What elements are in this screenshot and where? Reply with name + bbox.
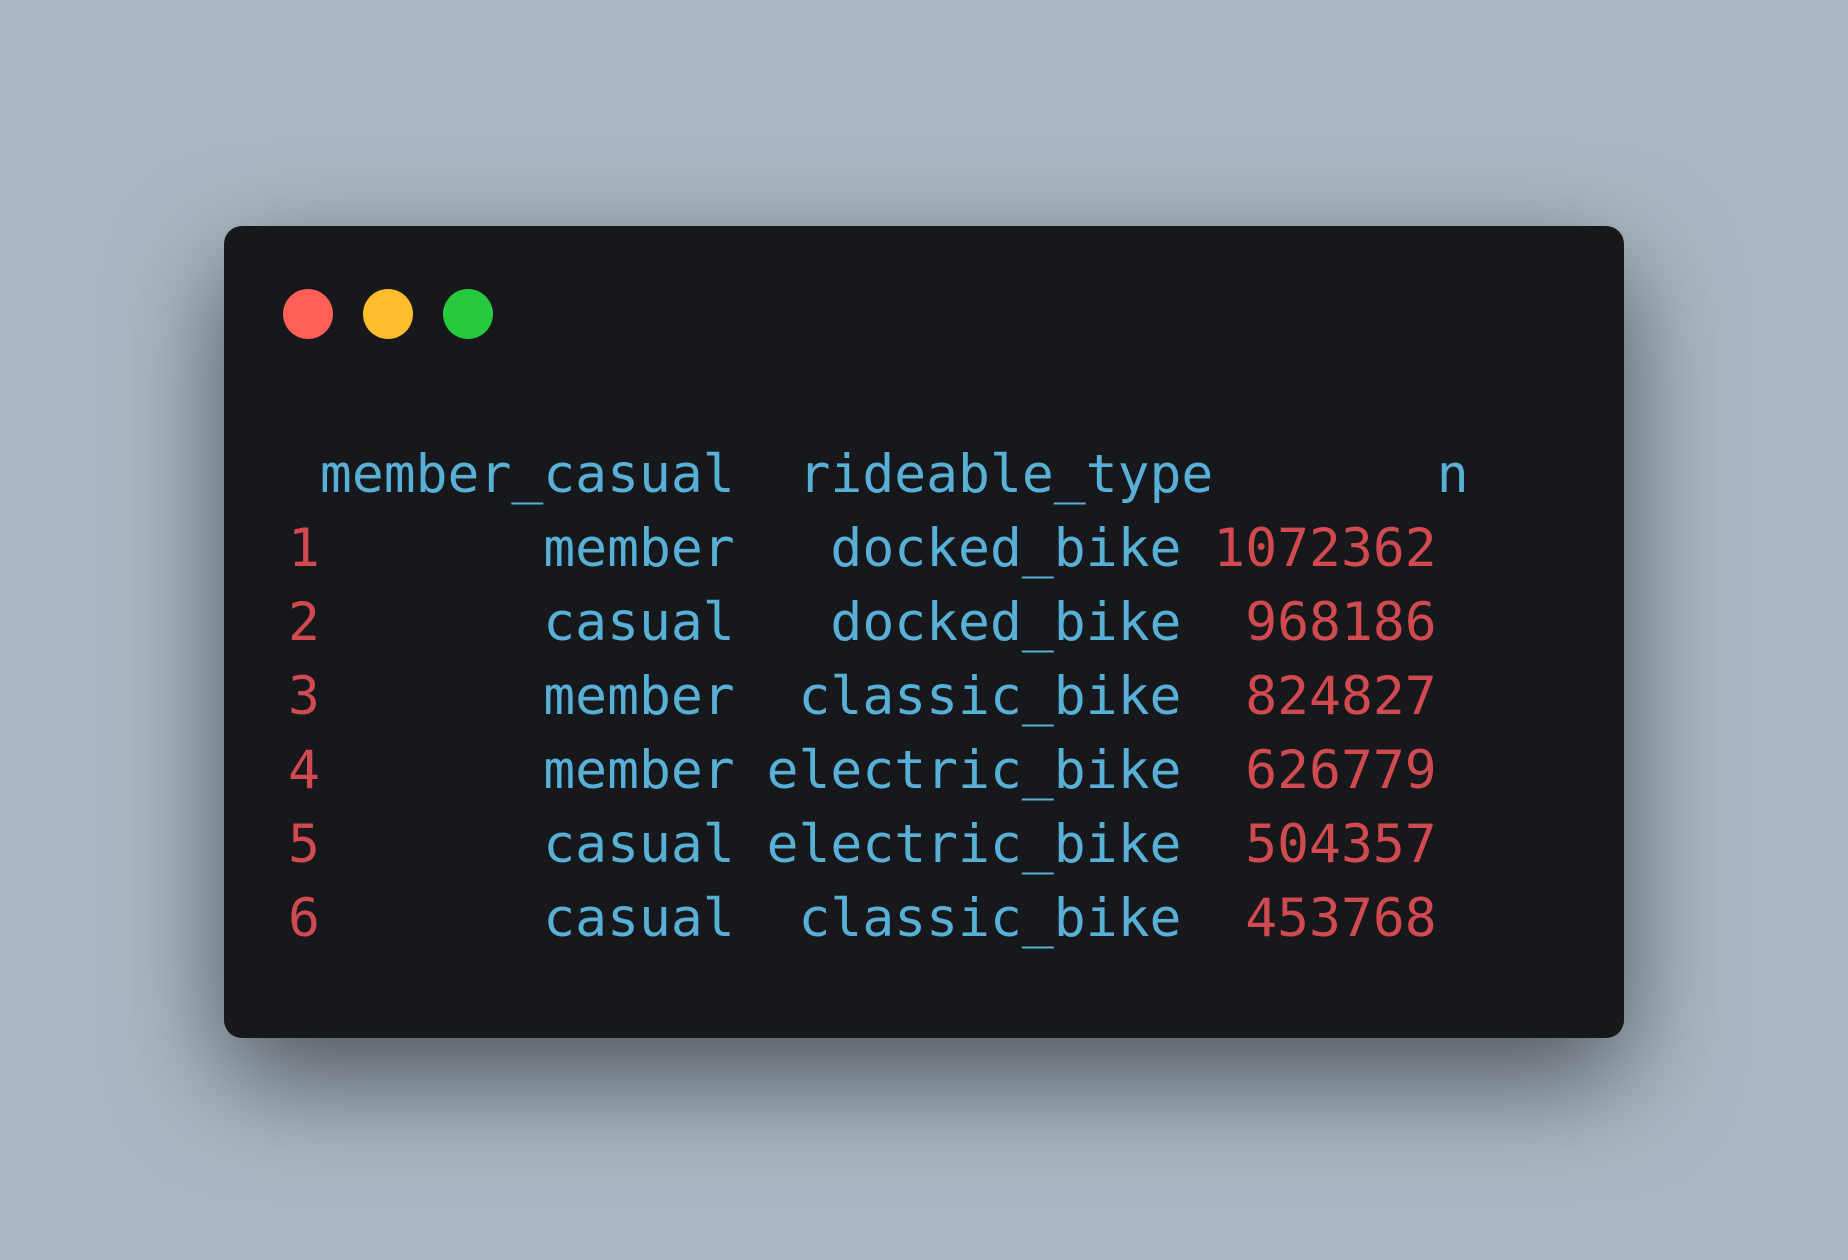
row-index: 1 [288, 518, 320, 579]
header-n: n [1436, 444, 1469, 505]
row-index: 4 [288, 740, 320, 801]
console-output: member_casual rideable_type n 1 member docked… [288, 438, 1469, 956]
rideable-type-cell: docked_bike [830, 518, 1182, 579]
table-row: 5 casual electric_bike 504357 [288, 808, 1469, 882]
table-row: 3 member classic_bike 824827 [288, 660, 1469, 734]
rideable-type-cell: docked_bike [830, 592, 1182, 653]
rideable-type-cell: classic_bike [798, 666, 1182, 727]
count-cell: 453768 [1245, 888, 1437, 949]
code-window: member_casual rideable_type n 1 member docked… [224, 226, 1624, 1038]
zoom-dot[interactable] [443, 289, 493, 339]
rideable-type-cell: electric_bike [766, 740, 1182, 801]
member-casual-cell: member [543, 666, 735, 727]
header-rideable-type: rideable_type [798, 444, 1214, 505]
rideable-type-cell: electric_bike [766, 814, 1182, 875]
header-member-casual: member_casual [319, 444, 735, 505]
count-cell: 504357 [1245, 814, 1437, 875]
row-index: 5 [288, 814, 320, 875]
header-row: member_casual rideable_type n [288, 438, 1469, 512]
count-cell: 1072362 [1213, 518, 1437, 579]
count-cell: 968186 [1245, 592, 1437, 653]
table-row: 2 casual docked_bike 968186 [288, 586, 1469, 660]
member-casual-cell: member [543, 740, 735, 801]
row-index: 6 [288, 888, 320, 949]
member-casual-cell: casual [543, 592, 735, 653]
member-casual-cell: member [543, 518, 735, 579]
row-index: 2 [288, 592, 320, 653]
table-row: 1 member docked_bike 1072362 [288, 512, 1469, 586]
table-row: 4 member electric_bike 626779 [288, 734, 1469, 808]
rideable-type-cell: classic_bike [798, 888, 1182, 949]
minimize-dot[interactable] [363, 289, 413, 339]
member-casual-cell: casual [543, 814, 735, 875]
count-cell: 626779 [1245, 740, 1437, 801]
table-row: 6 casual classic_bike 453768 [288, 882, 1469, 956]
count-cell: 824827 [1245, 666, 1437, 727]
close-dot[interactable] [283, 289, 333, 339]
member-casual-cell: casual [543, 888, 735, 949]
row-index: 3 [288, 666, 320, 727]
